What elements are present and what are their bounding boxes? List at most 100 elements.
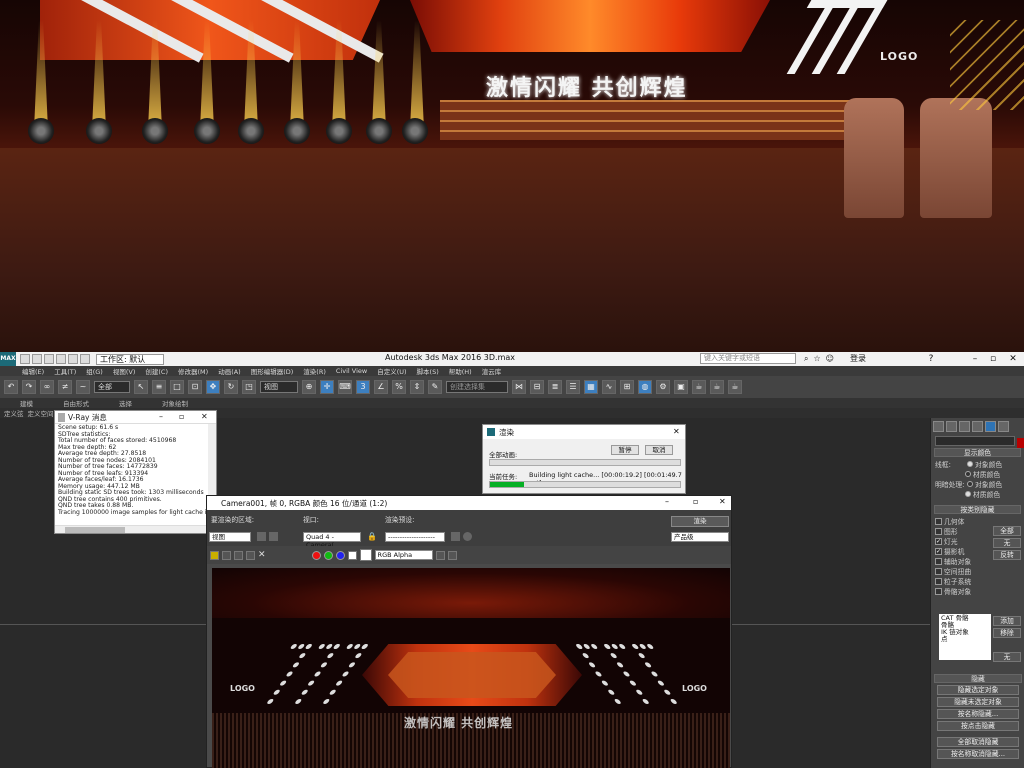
rollout-hide[interactable]: 隐藏 [934, 674, 1022, 683]
auto-region-icon[interactable] [269, 532, 278, 541]
new-file-icon[interactable] [20, 354, 30, 364]
app-icon[interactable]: MAX [0, 352, 16, 366]
list-item[interactable]: IK 链对象 [941, 629, 989, 636]
select-by-name-icon[interactable]: ≡ [152, 380, 166, 394]
named-selection-dropdown[interactable]: 创建选择集 [446, 381, 508, 393]
spinner-snap-icon[interactable]: ⇕ [410, 380, 424, 394]
menu-item[interactable]: 帮助(H) [449, 366, 472, 376]
render-button[interactable]: 渲染 [671, 516, 729, 527]
menu-item[interactable]: 动画(A) [218, 366, 241, 376]
scene-explorer-icon[interactable]: ☰ [566, 380, 580, 394]
copy-image-icon[interactable] [222, 550, 231, 560]
utilities-tab-icon[interactable] [998, 420, 1009, 432]
render-setup-icon[interactable]: ⚙ [656, 380, 670, 394]
ribbon-tab[interactable]: 建模 [20, 398, 33, 408]
radio-object-color[interactable] [967, 481, 973, 487]
layer-manager-icon[interactable]: ≣ [548, 380, 562, 394]
percent-snap-icon[interactable]: % [392, 380, 406, 394]
menu-item[interactable]: 自定义(U) [377, 366, 406, 376]
bones-list[interactable]: CAT 骨骼 骨骼 IK 链对象 点 [939, 614, 991, 660]
print-icon[interactable] [246, 550, 255, 560]
hide-by-hit-button[interactable]: 按点击隐藏 [937, 721, 1019, 731]
menu-item[interactable]: Civil View [336, 367, 367, 375]
ribbon-subitem[interactable]: 定义弦 [4, 408, 24, 418]
blue-channel-icon[interactable] [335, 550, 345, 560]
category-checkbox[interactable] [935, 527, 942, 535]
maximize-icon[interactable]: ▫ [986, 352, 1000, 366]
graphite-toolbar-icon[interactable]: ▦ [584, 380, 598, 394]
category-row[interactable]: 空间扭曲 [931, 566, 1024, 576]
render-iterative-icon[interactable]: ☕ [710, 380, 724, 394]
add-button[interactable]: 添加 [993, 616, 1021, 626]
display-tab-icon[interactable] [985, 420, 996, 432]
alpha-channel-icon[interactable] [347, 550, 357, 560]
align-icon[interactable]: ⊟ [530, 380, 544, 394]
menu-item[interactable]: 编辑(E) [22, 366, 44, 376]
category-checkbox[interactable] [935, 557, 942, 565]
radio-object-color[interactable] [967, 461, 973, 467]
star-icon[interactable]: ☆ [813, 354, 820, 364]
ribbon-subitem[interactable]: 定义空间 [28, 408, 54, 418]
area-dropdown[interactable]: 视图 [209, 532, 251, 542]
progress-header[interactable]: 渲染 ✕ [483, 425, 685, 439]
menu-item[interactable]: 视图(V) [113, 366, 136, 376]
vray-window-header[interactable]: V-Ray 消息 – ▫ ✕ [55, 411, 216, 424]
minimize-icon[interactable]: – [159, 412, 163, 421]
lock-icon[interactable]: 🔒 [367, 532, 377, 541]
reference-coordinate-dropdown[interactable]: 视图 [260, 381, 298, 393]
binoculars-icon[interactable]: ⌕ [804, 354, 808, 364]
menu-item[interactable]: 渲云库 [482, 366, 502, 376]
none-button[interactable]: 无 [993, 538, 1021, 548]
hierarchy-tab-icon[interactable] [959, 420, 970, 432]
all-button[interactable]: 全部 [993, 526, 1021, 536]
search-input[interactable]: 键入关键字或短语 [700, 353, 796, 364]
pivot-center-icon[interactable]: ⊕ [302, 380, 316, 394]
redo-icon[interactable]: ↷ [22, 380, 36, 394]
workspace-dropdown[interactable]: 工作区: 默认 [96, 353, 164, 365]
viewport-dropdown[interactable]: Quad 4 - Camera( [303, 532, 361, 549]
unlink-icon[interactable]: ≠ [58, 380, 72, 394]
preset-dropdown[interactable]: -------------------- [385, 532, 445, 542]
scrollbar-thumb[interactable] [65, 527, 125, 533]
rendered-frame-window-icon[interactable]: ▣ [674, 380, 688, 394]
open-file-icon[interactable] [32, 354, 42, 364]
hide-selected-button[interactable]: 隐藏选定对象 [937, 685, 1019, 695]
help-icon[interactable]: ? [924, 352, 938, 366]
move-icon[interactable]: ✥ [206, 380, 220, 394]
render-activeshade-icon[interactable]: ☕ [728, 380, 742, 394]
ribbon-tab[interactable]: 选择 [119, 398, 132, 408]
project-folder-icon[interactable] [80, 354, 90, 364]
category-checkbox[interactable] [935, 517, 942, 525]
maximize-icon[interactable]: ▫ [693, 497, 698, 506]
window-crossing-icon[interactable]: ⊡ [188, 380, 202, 394]
display-channel-icon[interactable] [435, 550, 445, 560]
link-icon[interactable]: ∞ [40, 380, 54, 394]
login-button[interactable]: 登录 [850, 353, 866, 364]
menu-item[interactable]: 脚本(S) [417, 366, 439, 376]
remove-button[interactable]: 移除 [993, 628, 1021, 638]
close-icon[interactable]: ✕ [673, 427, 680, 436]
horizontal-scrollbar[interactable] [55, 525, 207, 533]
red-channel-icon[interactable] [311, 550, 321, 560]
edit-named-selection-icon[interactable]: ✎ [428, 380, 442, 394]
category-row[interactable]: 骨骼对象 [931, 586, 1024, 596]
category-checkbox[interactable]: ✓ [935, 547, 942, 555]
cancel-button[interactable]: 取消 [645, 445, 673, 455]
undo-icon[interactable] [56, 354, 66, 364]
snap-toggle-icon[interactable]: 3 [356, 380, 370, 394]
object-color-swatch[interactable] [1017, 438, 1024, 448]
category-checkbox[interactable] [935, 567, 942, 575]
select-manipulate-icon[interactable]: ✛ [320, 380, 334, 394]
clear-icon[interactable]: ✕ [258, 550, 266, 560]
green-channel-icon[interactable] [323, 550, 333, 560]
list-item[interactable]: 点 [941, 636, 989, 643]
bind-spacewarp-icon[interactable]: ~ [76, 380, 90, 394]
frame-window-header[interactable]: Camera001, 帧 0, RGBA 颜色 16 位/通道 (1:2) – … [207, 496, 731, 510]
render-setup-icon[interactable] [463, 532, 472, 541]
product-level-dropdown[interactable]: 产品级 [671, 532, 729, 542]
save-image-icon[interactable] [210, 550, 219, 560]
hide-by-name-button[interactable]: 按名称隐藏... [937, 709, 1019, 719]
maximize-icon[interactable]: ▫ [179, 412, 184, 421]
menu-item[interactable]: 创建(C) [145, 366, 168, 376]
user-icon[interactable]: ☺ [826, 354, 834, 364]
